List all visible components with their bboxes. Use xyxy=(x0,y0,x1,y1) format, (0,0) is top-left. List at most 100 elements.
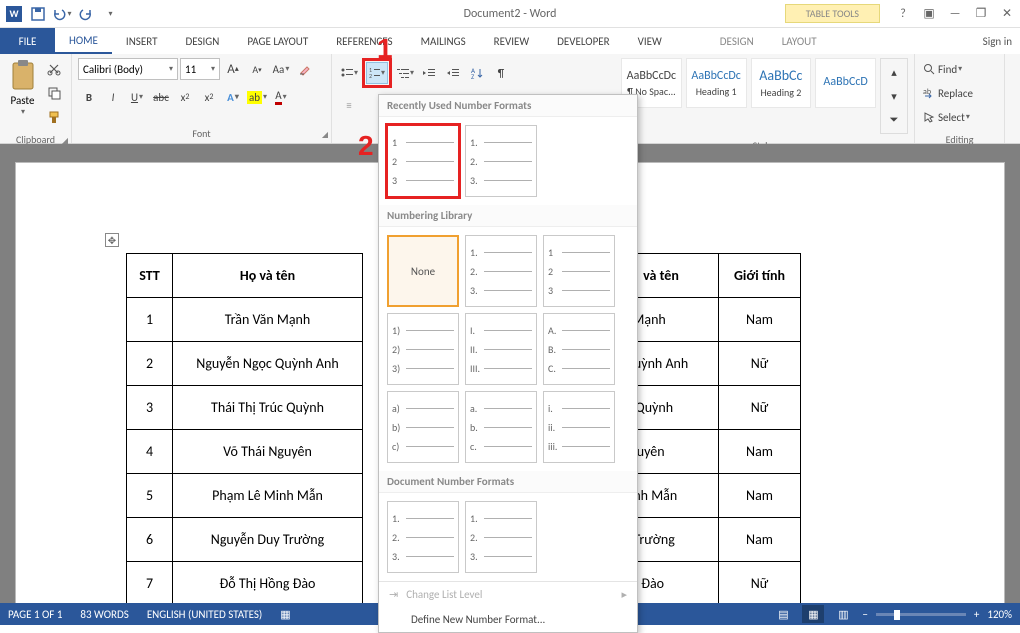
format-recent-1[interactable]: 1 2 3 xyxy=(387,125,459,197)
increase-indent-button[interactable] xyxy=(442,62,464,84)
tab-insert[interactable]: INSERT xyxy=(112,28,172,54)
cut-button[interactable] xyxy=(43,58,65,80)
title-bar: W ▾ ▾ Document2 - Word TABLE TOOLS ? ▣ —… xyxy=(0,0,1020,28)
superscript-button[interactable]: x2 xyxy=(198,86,220,108)
tab-developer[interactable]: DEVELOPER xyxy=(543,28,623,54)
zoom-slider[interactable] xyxy=(876,613,966,616)
font-group-label: Font◢ xyxy=(72,126,331,143)
subscript-button[interactable]: x2 xyxy=(174,86,196,108)
restore-button[interactable]: ❐ xyxy=(968,3,994,25)
dialog-launcher-icon[interactable]: ◢ xyxy=(322,130,328,140)
tab-table-design[interactable]: DESIGN xyxy=(706,28,768,54)
tab-references[interactable]: REFERENCES xyxy=(322,28,406,54)
numbering-button[interactable]: 12▾ xyxy=(366,62,388,84)
format-none[interactable]: None xyxy=(387,235,459,307)
style-heading-1[interactable]: AaBbCcDcHeading 1 xyxy=(686,58,747,108)
table-move-handle[interactable]: ✥ xyxy=(105,233,119,247)
font-name-combo[interactable]: Calibri (Body)▾ xyxy=(78,58,178,80)
replace-button[interactable]: abReplace xyxy=(921,82,975,104)
redo-button[interactable] xyxy=(76,4,96,24)
multilevel-list-button[interactable]: ▾ xyxy=(394,62,416,84)
table-row: 1Trần Văn Mạnh xyxy=(127,298,363,342)
docfmt-label: Document Number Formats xyxy=(379,471,637,493)
print-layout-button[interactable]: ▦ xyxy=(802,605,824,623)
sort-button[interactable]: AZ xyxy=(466,62,488,84)
help-button[interactable]: ? xyxy=(890,3,916,25)
undo-button[interactable]: ▾ xyxy=(52,4,72,24)
show-marks-button[interactable]: ¶ xyxy=(490,62,512,84)
ribbon-display-button[interactable]: ▣ xyxy=(916,3,942,25)
close-button[interactable]: ✕ xyxy=(994,3,1020,25)
format-lib-roman[interactable]: I. II. III. xyxy=(465,313,537,385)
annotation-1: 1 xyxy=(377,33,393,65)
strikethrough-button[interactable]: abc xyxy=(150,86,172,108)
tab-table-layout[interactable]: LAYOUT xyxy=(768,28,831,54)
read-mode-button[interactable]: ▤ xyxy=(772,605,794,623)
word-count-status[interactable]: 83 WORDS xyxy=(80,608,128,621)
bold-button[interactable]: B xyxy=(78,86,100,108)
text-effects-button[interactable]: A▾ xyxy=(222,86,244,108)
table-tools-tab: TABLE TOOLS xyxy=(785,4,880,23)
table-left[interactable]: STTHọ và tên 1Trần Văn Mạnh 2Nguyễn Ngọc… xyxy=(126,253,363,603)
font-size-combo[interactable]: 11▾ xyxy=(180,58,220,80)
format-recent-2[interactable]: 1. 2. 3. xyxy=(465,125,537,197)
numbering-dropdown: Recently Used Number Formats 1 2 3 1. 2.… xyxy=(378,94,638,633)
format-lib-alpha-lower-paren[interactable]: a) b) c) xyxy=(387,391,459,463)
select-button[interactable]: Select▾ xyxy=(921,106,972,128)
format-lib-roman-lower[interactable]: i. ii. iii. xyxy=(543,391,615,463)
table-row: STTHọ và tên xyxy=(127,254,363,298)
zoom-in-button[interactable]: + xyxy=(974,608,979,621)
bullets-button[interactable]: ▾ xyxy=(338,62,360,84)
macro-icon[interactable]: ▦ xyxy=(280,608,290,621)
file-tab[interactable]: FILE xyxy=(0,28,55,54)
tab-page-layout[interactable]: PAGE LAYOUT xyxy=(233,28,322,54)
shrink-font-button[interactable]: A▾ xyxy=(246,58,268,80)
language-status[interactable]: ENGLISH (UNITED STATES) xyxy=(147,608,262,621)
decrease-indent-button[interactable] xyxy=(418,62,440,84)
styles-more-button[interactable]: ⏷ xyxy=(883,109,905,131)
italic-button[interactable]: I xyxy=(102,86,124,108)
format-lib-alpha-lower-dot[interactable]: a. b. c. xyxy=(465,391,537,463)
font-color-button[interactable]: A▾ xyxy=(270,86,292,108)
format-painter-button[interactable] xyxy=(43,106,65,128)
page-status[interactable]: PAGE 1 OF 1 xyxy=(8,608,62,621)
save-button[interactable] xyxy=(28,4,48,24)
format-lib-alpha-upper[interactable]: A. B. C. xyxy=(543,313,615,385)
tab-mailings[interactable]: MAILINGS xyxy=(407,28,480,54)
copy-button[interactable] xyxy=(43,82,65,104)
sign-in-link[interactable]: Sign in xyxy=(983,28,1012,54)
clear-formatting-button[interactable] xyxy=(294,58,316,80)
minimize-button[interactable]: — xyxy=(942,3,968,25)
tab-view[interactable]: VIEW xyxy=(624,28,676,54)
highlight-button[interactable]: ab▾ xyxy=(246,86,268,108)
styles-scroll-down[interactable]: ▾ xyxy=(883,85,905,107)
change-case-button[interactable]: Aa▾ xyxy=(270,58,292,80)
style-heading-2[interactable]: AaBbCcHeading 2 xyxy=(751,58,812,108)
format-doc-1[interactable]: 1. 2. 3. xyxy=(387,501,459,573)
define-new-format-item[interactable]: Define New Number Format... xyxy=(379,607,637,632)
tab-design[interactable]: DESIGN xyxy=(171,28,233,54)
recent-formats-label: Recently Used Number Formats xyxy=(379,95,637,117)
word-icon: W xyxy=(4,4,24,24)
format-lib-numparen[interactable]: 1) 2) 3) xyxy=(387,313,459,385)
table-row: 2Nguyễn Ngọc Quỳnh Anh xyxy=(127,342,363,386)
find-button[interactable]: Find▾ xyxy=(921,58,964,80)
clipboard-icon xyxy=(8,58,38,94)
web-layout-button[interactable]: ▥ xyxy=(832,605,854,623)
format-lib-num[interactable]: 1 2 3 xyxy=(543,235,615,307)
style-more[interactable]: AaBbCcD xyxy=(815,58,876,108)
tab-home[interactable]: HOME xyxy=(55,28,112,54)
paste-button[interactable]: Paste ▾ xyxy=(6,58,39,117)
change-list-level-item: ⇥Change List Level▸ xyxy=(379,582,637,607)
qat-customize[interactable]: ▾ xyxy=(100,4,120,24)
table-row: 3Thái Thị Trúc Quỳnh xyxy=(127,386,363,430)
format-doc-2[interactable]: 1. 2. 3. xyxy=(465,501,537,573)
align-left-button[interactable]: ≡ xyxy=(338,94,360,116)
zoom-level[interactable]: 120% xyxy=(987,608,1012,621)
format-lib-numdot[interactable]: 1. 2. 3. xyxy=(465,235,537,307)
styles-scroll-up[interactable]: ▴ xyxy=(883,61,905,83)
underline-button[interactable]: U▾ xyxy=(126,86,148,108)
grow-font-button[interactable]: A▴ xyxy=(222,58,244,80)
zoom-out-button[interactable]: − xyxy=(862,608,867,621)
tab-review[interactable]: REVIEW xyxy=(480,28,544,54)
